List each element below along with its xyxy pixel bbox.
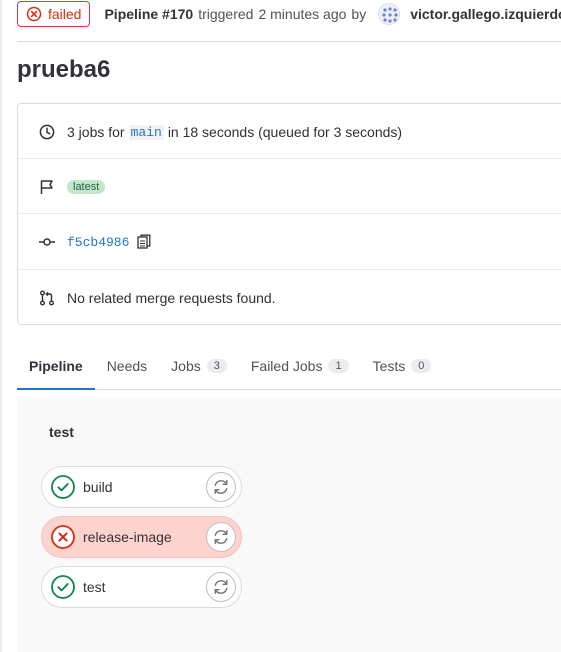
pipeline-tabs: Pipeline Needs Jobs 3 Failed Jobs 1 Test… (17, 343, 561, 390)
stage-title: test (49, 424, 74, 440)
pipeline-header: failed Pipeline #170 triggered 2 minutes… (17, 0, 561, 28)
retry-icon (214, 479, 228, 495)
status-failed-icon (51, 525, 75, 549)
merge-requests-text: No related merge requests found. (67, 290, 276, 306)
tab-failed-jobs[interactable]: Failed Jobs 1 (239, 343, 361, 389)
retry-button[interactable] (206, 572, 236, 602)
by-text: by (351, 6, 367, 22)
triggered-text: triggered (198, 6, 254, 22)
retry-button[interactable] (206, 522, 236, 552)
latest-badge: latest (67, 180, 106, 194)
commit-row: f5cb4986 (18, 229, 561, 255)
copy-icon[interactable] (137, 234, 151, 250)
tab-jobs[interactable]: Jobs 3 (159, 343, 239, 389)
retry-icon (214, 529, 228, 545)
job-build[interactable]: build (41, 466, 242, 508)
tab-label: Needs (106, 358, 148, 374)
job-name: release-image (83, 529, 172, 545)
tab-tests[interactable]: Tests 0 (361, 343, 444, 389)
pipeline-id-link[interactable]: Pipeline #170 (104, 6, 193, 22)
job-test[interactable]: test (41, 566, 242, 608)
page-title: prueba6 (17, 56, 111, 83)
tags-row: latest (18, 175, 561, 199)
commit-icon (38, 233, 56, 251)
tab-count-badge: 3 (206, 359, 227, 373)
branch-link[interactable]: main (128, 124, 164, 140)
tab-needs[interactable]: Needs (95, 343, 159, 389)
tab-pipeline[interactable]: Pipeline (17, 343, 95, 390)
status-failed-icon (26, 6, 42, 22)
header-divider (17, 41, 561, 42)
job-name: build (83, 479, 113, 495)
retry-icon (214, 579, 228, 595)
tab-label: Jobs (171, 358, 201, 374)
status-badge[interactable]: failed (17, 1, 91, 27)
clock-icon (38, 123, 56, 141)
tab-label: Failed Jobs (250, 358, 323, 374)
avatar[interactable] (378, 3, 401, 25)
pipeline-info-card: 3 jobs for main in 18 seconds (queued fo… (17, 103, 561, 325)
tab-label: Tests (372, 358, 406, 374)
job-release-image[interactable]: release-image (41, 516, 242, 558)
pipeline-graph: test build release-image test (17, 398, 561, 652)
tab-count-badge: 1 (328, 359, 349, 373)
flag-icon (38, 178, 56, 196)
jobs-prefix: 3 jobs for (67, 124, 125, 140)
jobs-summary-row: 3 jobs for main in 18 seconds (queued fo… (18, 120, 561, 144)
job-name: test (83, 579, 106, 595)
author-link[interactable]: victor.gallego.izquierdo (410, 6, 561, 22)
left-border (0, 0, 2, 652)
time-ago: 2 minutes ago (258, 6, 347, 22)
row-divider (18, 269, 561, 270)
commit-sha-link[interactable]: f5cb4986 (67, 235, 129, 250)
tab-label: Pipeline (29, 358, 83, 374)
row-divider (18, 158, 561, 159)
status-label: failed (48, 6, 82, 22)
status-success-icon (51, 575, 75, 599)
jobs-suffix: in 18 seconds (queued for 3 seconds) (167, 124, 403, 140)
avatar-identicon (379, 4, 400, 24)
status-success-icon (51, 475, 75, 499)
tab-count-badge: 0 (411, 359, 432, 373)
retry-button[interactable] (206, 472, 236, 502)
merge-request-icon (38, 289, 56, 307)
merge-requests-row: No related merge requests found. (18, 286, 561, 310)
row-divider (18, 213, 561, 214)
